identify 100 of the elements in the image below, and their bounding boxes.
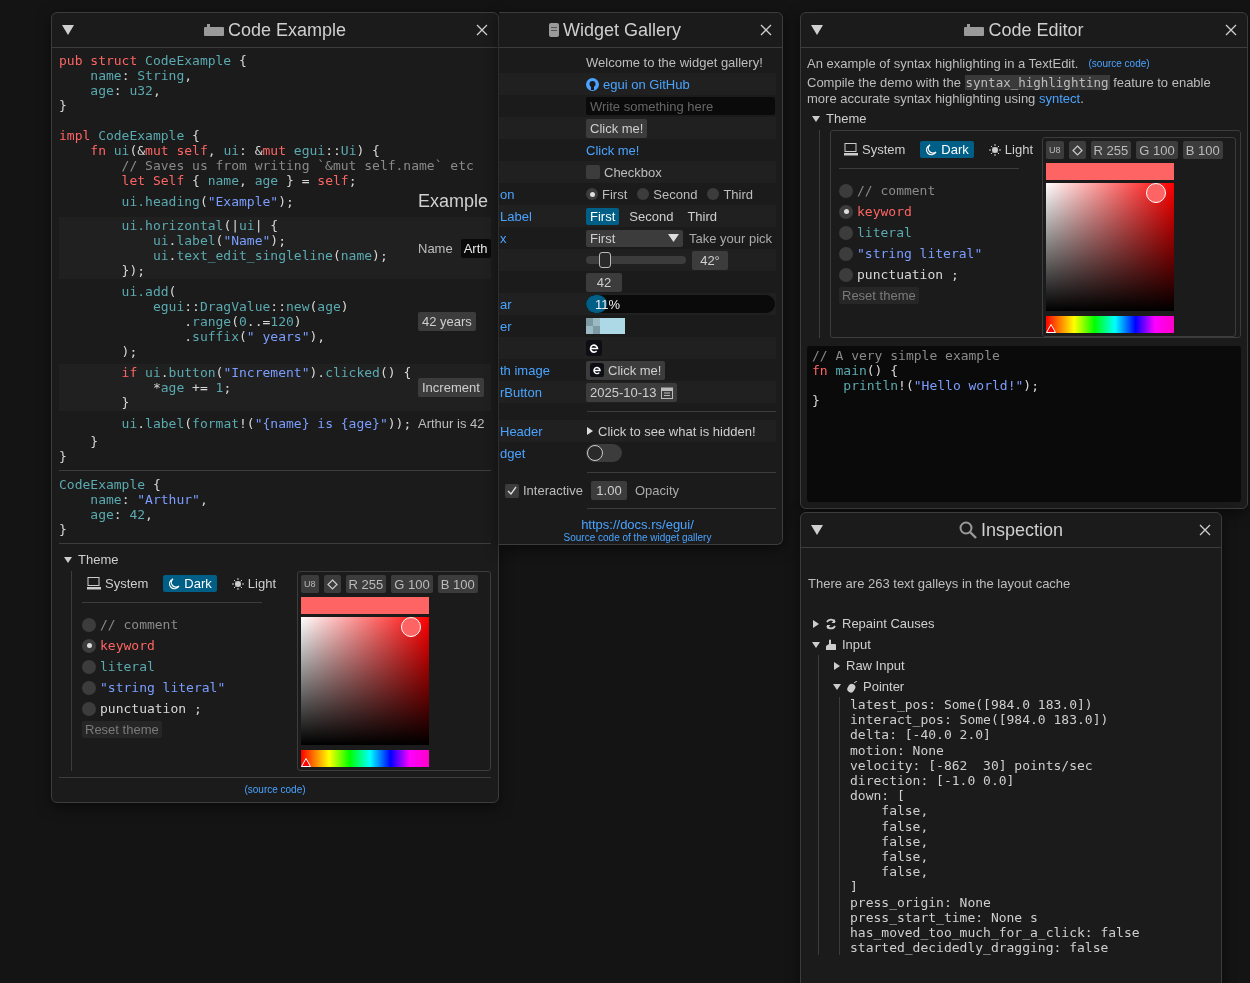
slider-value[interactable]: 42° [692,250,728,270]
channel-value[interactable]: B 100 [1182,141,1223,159]
style-radio[interactable]: // comment [839,180,1024,201]
theme-mode-button[interactable]: System [839,141,911,158]
click-me-button[interactable]: Click me! [586,118,648,138]
text-input-field[interactable]: Write something here [586,97,775,115]
click-me-link[interactable]: Click me! [586,142,640,158]
widget-doc-link[interactable]: er [500,318,512,334]
collapse-icon[interactable] [811,25,823,35]
color-handle[interactable] [1146,183,1166,203]
channel-value[interactable]: B 100 [437,575,478,593]
style-radio[interactable]: keyword [82,635,267,656]
close-icon[interactable] [476,24,488,36]
increment-button[interactable]: Increment [418,378,484,397]
window-title: Inspection [980,519,1064,541]
caret-icon [833,682,841,691]
debug-line: delta: [-40.0 2.0] [850,727,992,743]
copy-button[interactable] [323,575,341,593]
saturation-value-area[interactable] [301,617,429,745]
channel-value[interactable]: G 100 [1136,141,1178,159]
channel-value[interactable]: R 255 [345,575,387,593]
collapsing-header[interactable]: Click to see what is hidden! [586,423,756,439]
close-icon[interactable] [1225,24,1237,36]
code-line: fn ui(&mut self, ui: &mut egui::Ui) { [89,143,380,158]
code-line: } [59,522,67,537]
widget-doc-link[interactable]: Label [500,208,532,224]
source-code-link[interactable]: Source code of the widget gallery [563,532,712,543]
combo-box[interactable]: First [586,229,683,247]
selectable-label[interactable]: Second [625,207,678,225]
debug-line: false, [880,864,930,880]
selectable-label[interactable]: First [586,207,620,225]
age-drag-value[interactable]: 42 years [418,312,476,331]
hue-slider[interactable] [301,750,429,767]
drag-value[interactable]: 42 [586,272,622,292]
toggle-switch[interactable] [586,444,622,462]
widget-doc-link[interactable]: rButton [500,384,542,400]
example-heading: Example [418,191,489,212]
theme-header[interactable]: Theme [812,111,867,126]
checkbox[interactable]: Checkbox [586,164,662,180]
tree-node[interactable]: Repaint Causes [808,613,935,634]
saturation-value-area[interactable] [1046,183,1174,311]
theme-mode-button[interactable]: Light [983,141,1038,158]
selectable-label[interactable]: Third [683,207,721,225]
code-line: age: u32, [89,83,161,98]
keyboard-icon [203,24,224,36]
image-button[interactable]: Click me! [586,360,666,380]
reset-theme-button[interactable]: Reset theme [82,721,162,738]
radio-button[interactable]: First [586,186,628,202]
format-button[interactable]: U8 [301,575,319,593]
style-radio[interactable]: punctuation ; [839,264,1024,285]
sun-icon [231,577,244,590]
opacity-drag-value[interactable]: 1.00 [591,481,627,500]
style-radio[interactable]: "string literal" [839,243,1024,264]
radio-button[interactable]: Third [707,186,753,202]
tree-node[interactable]: Raw Input [829,655,905,676]
date-picker-button[interactable]: 2025-10-13 [586,382,677,402]
window-title: Code Example [227,19,347,41]
hue-slider[interactable] [1046,316,1174,333]
close-icon[interactable] [1199,524,1211,536]
docs-link[interactable]: https://docs.rs/egui/ [581,517,694,532]
widget-doc-link[interactable]: Header [500,423,543,439]
theme-mode-button[interactable]: System [82,575,154,592]
style-radio[interactable]: // comment [82,614,267,635]
code-line: name: "Arthur", [89,492,208,507]
color-swatch[interactable] [586,318,625,334]
style-radio[interactable]: punctuation ; [82,698,267,719]
style-radio[interactable]: "string literal" [82,677,267,698]
widget-doc-link[interactable]: th image [500,362,550,378]
slider-thumb[interactable] [599,252,612,268]
debug-line: velocity: [-862 30] points/sec [850,757,1094,773]
close-icon[interactable] [760,24,772,36]
theme-mode-button[interactable]: Dark [163,575,217,592]
widget-doc-link[interactable]: dget [500,445,526,461]
refresh-icon [825,617,837,630]
source-code-link[interactable]: (source code) [1088,58,1150,69]
code-editor-field[interactable]: // A very simple example fn main() { println!("Hello world!"); } [807,346,1241,502]
collapse-icon[interactable] [811,525,823,535]
channel-value[interactable]: R 255 [1090,141,1132,159]
style-radio[interactable]: keyword [839,201,1024,222]
collapse-icon[interactable] [62,25,74,35]
name-field[interactable]: Arth [460,238,491,258]
channel-value[interactable]: G 100 [391,575,433,593]
debug-line: false, [880,833,930,850]
theme-mode-button[interactable]: Dark [920,141,974,158]
style-radio[interactable]: literal [82,656,267,677]
color-handle[interactable] [401,617,421,637]
radio-button[interactable]: Second [637,186,698,202]
widget-doc-link[interactable]: on [500,186,515,202]
widget-doc-link[interactable]: x [500,230,507,246]
interactive-checkbox[interactable]: Interactive [505,483,583,498]
reset-theme-button[interactable]: Reset theme [839,287,919,304]
widget-doc-link[interactable]: ar [500,296,512,312]
theme-mode-button[interactable]: Light [226,575,281,592]
theme-header[interactable]: Theme [64,552,119,567]
style-radio[interactable]: literal [839,222,1024,243]
tree-node[interactable]: Pointer [829,676,905,697]
format-button[interactable]: U8 [1046,141,1064,159]
tree-node[interactable]: Input [808,634,871,655]
source-code-link[interactable]: (source code) [244,784,306,795]
copy-button[interactable] [1068,141,1086,159]
